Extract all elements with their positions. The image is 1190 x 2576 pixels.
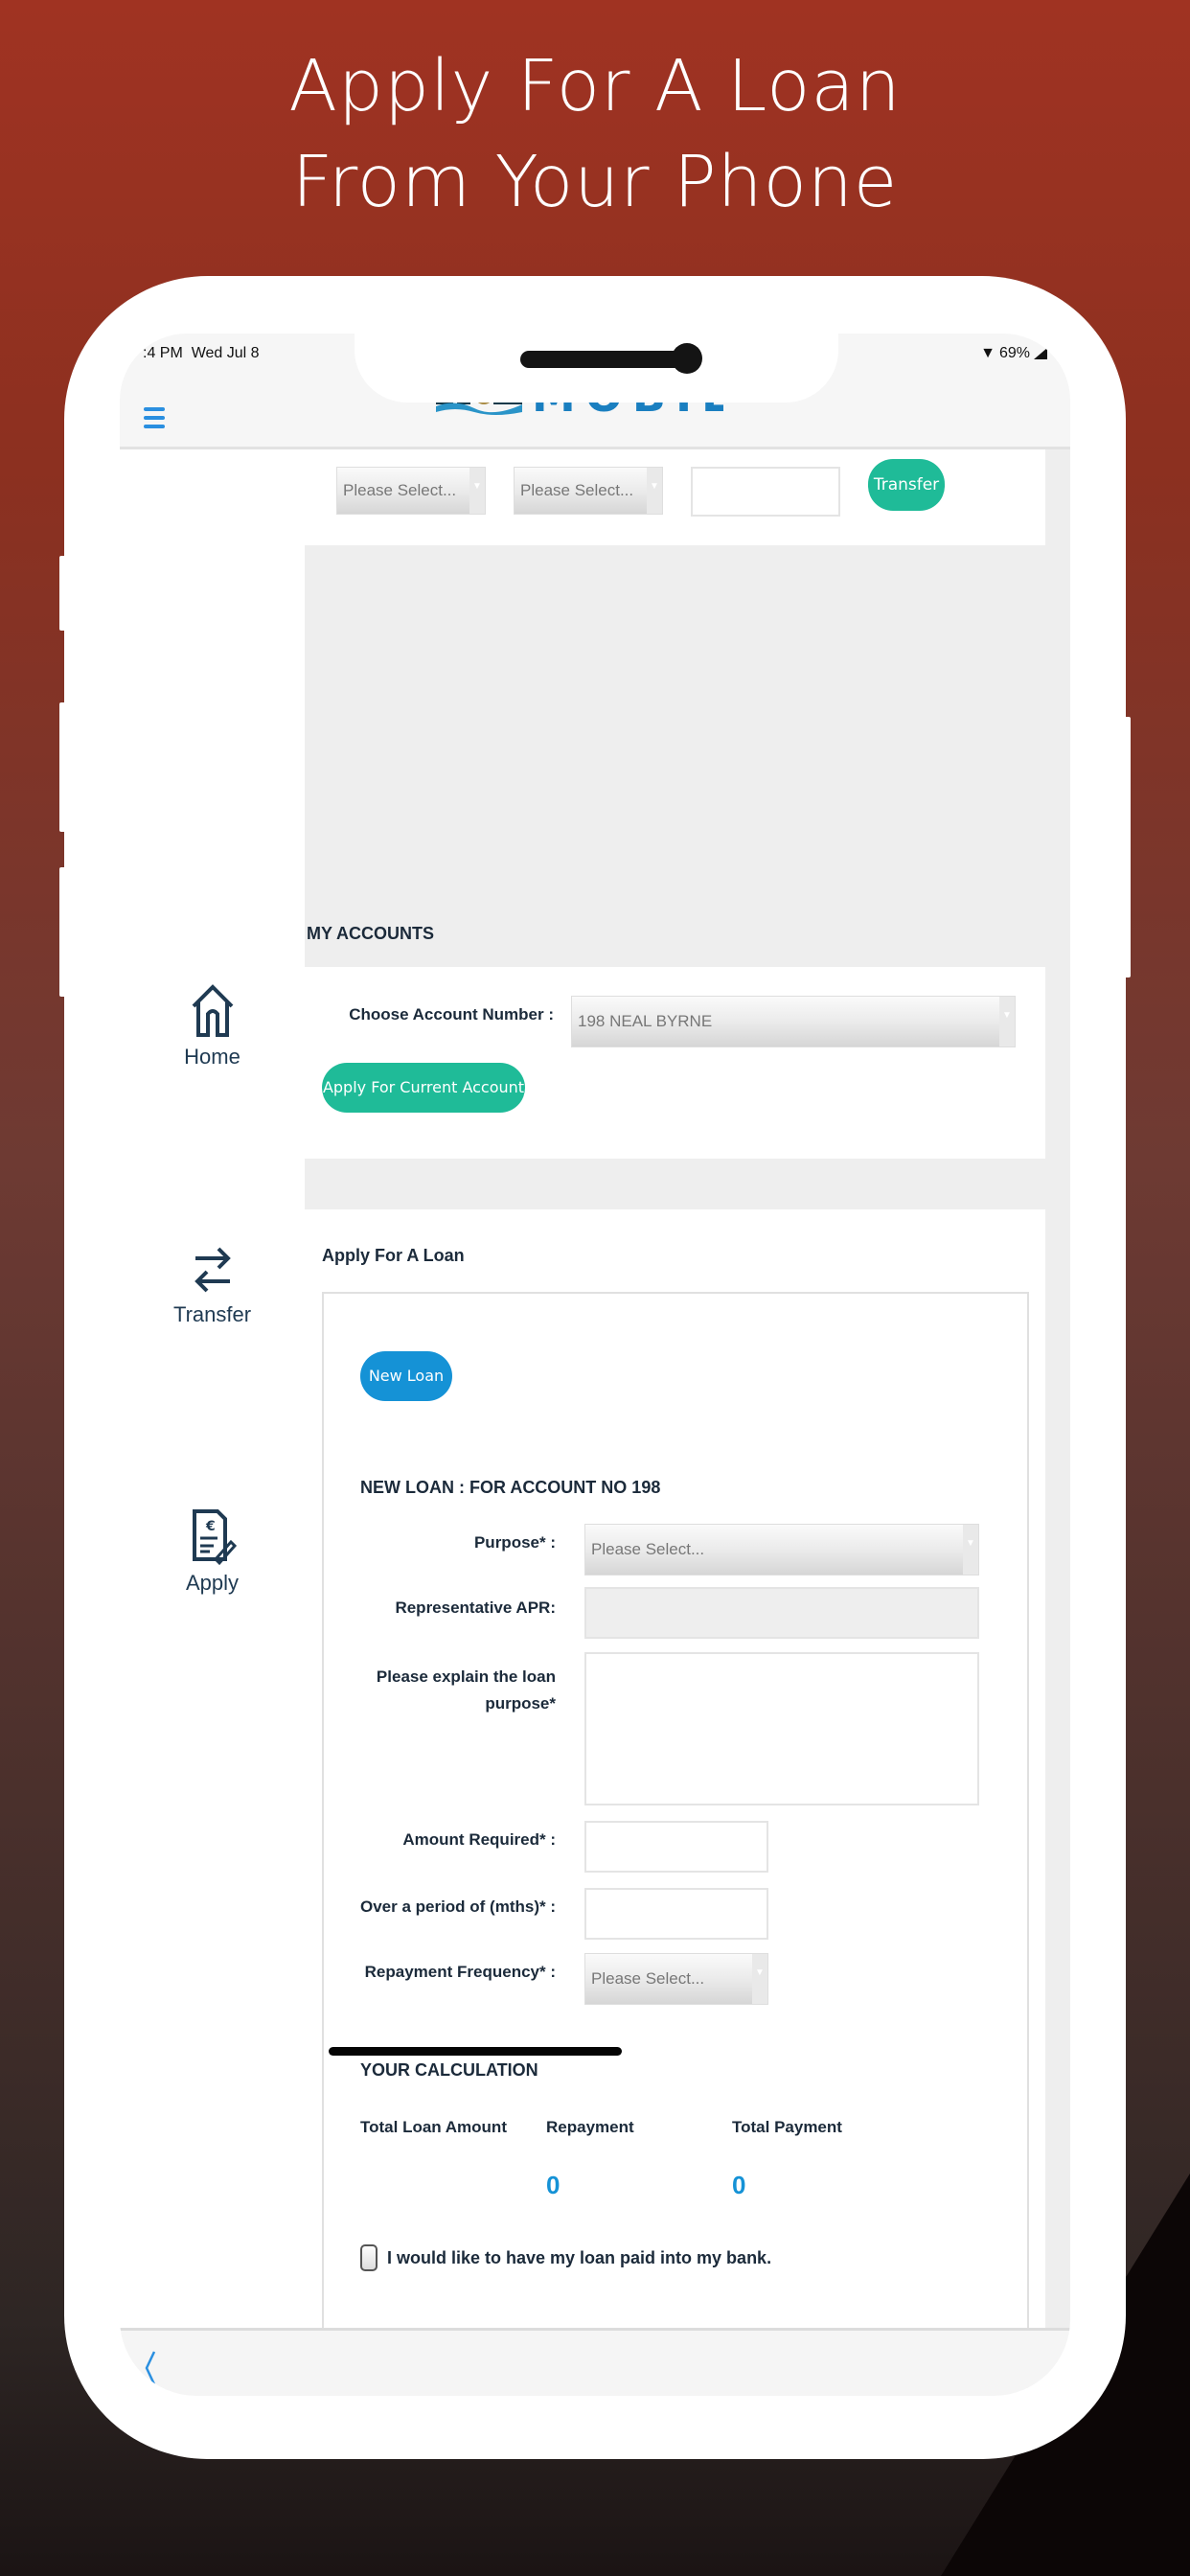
repayment-frequency-select[interactable]: Please Select... ▼ xyxy=(584,1953,768,2005)
status-time: :4 PM Wed Jul 8 xyxy=(143,345,260,361)
repayment-value: 0 xyxy=(546,2171,561,2199)
purpose-label: Purpose* : xyxy=(473,1533,556,1552)
chevron-down-icon: ▼ xyxy=(963,1525,978,1575)
home-indicator[interactable] xyxy=(329,2047,622,2056)
explain-purpose-label: Please explain the loan purpose* xyxy=(376,1668,556,1713)
to-account-select[interactable]: Please Select... ▼ xyxy=(514,467,663,515)
phone-camera xyxy=(672,343,702,374)
status-right: ▼ 69% xyxy=(980,345,1047,362)
repayment-frequency-label: Repayment Frequency* : xyxy=(364,1963,556,1981)
amount-required-label: Amount Required* : xyxy=(402,1830,556,1849)
loan-form-panel: New Loan NEW LOAN : FOR ACCOUNT NO 198 P… xyxy=(322,1292,1029,2396)
hamburger-icon[interactable] xyxy=(144,407,165,433)
transfer-amount-input[interactable] xyxy=(691,467,840,517)
sidebar: Home Transfer € Apply xyxy=(120,449,305,2328)
chevron-down-icon: ▼ xyxy=(999,997,1015,1046)
from-account-select[interactable]: Please Select... ▼ xyxy=(336,467,486,515)
status-date: Wed Jul 8 xyxy=(191,345,260,361)
apr-field xyxy=(584,1587,979,1639)
promo-headline-line2: From Your Phone xyxy=(291,141,899,223)
bank-payout-label[interactable]: I would like to have my loan paid into m… xyxy=(387,2248,771,2268)
transfer-card: Please Select... ▼ Please Select... ▼ Tr… xyxy=(305,449,1045,545)
choose-account-label: Choose Account Number : xyxy=(349,1005,554,1024)
chevron-down-icon: ▼ xyxy=(752,1954,767,2004)
loan-card: Apply For A Loan New Loan NEW LOAN : FOR… xyxy=(305,1209,1045,2396)
new-loan-button[interactable]: New Loan xyxy=(360,1351,452,1401)
my-accounts-card: Choose Account Number : 198 NEAL BYRNE ▼… xyxy=(305,967,1045,1159)
sidebar-item-apply[interactable]: € Apply xyxy=(120,1504,305,1596)
transfer-button[interactable]: Transfer xyxy=(868,459,945,511)
phone-screen: :4 PM Wed Jul 8 ▼ 69% MOBILE xyxy=(120,334,1070,2396)
chevron-left-icon[interactable] xyxy=(143,2350,158,2386)
account-number-select[interactable]: 198 NEAL BYRNE ▼ xyxy=(571,996,1016,1047)
purpose-select[interactable]: Please Select... ▼ xyxy=(584,1524,979,1576)
explain-purpose-textarea[interactable] xyxy=(584,1652,979,1806)
calculation-title: YOUR CALCULATION xyxy=(360,2060,538,2080)
total-payment-value: 0 xyxy=(732,2171,746,2199)
transfer-arrows-icon xyxy=(194,1247,231,1293)
loan-title: Apply For A Loan xyxy=(322,1246,465,1265)
bottom-toolbar xyxy=(120,2328,1070,2396)
phone-speaker xyxy=(520,351,697,368)
apr-label: Representative APR: xyxy=(395,1598,556,1617)
loan-form-title: NEW LOAN : FOR ACCOUNT NO 198 xyxy=(360,1478,661,1497)
sidebar-item-transfer[interactable]: Transfer xyxy=(120,1245,305,1327)
document-euro-pen-icon: € xyxy=(192,1509,237,1566)
bank-payout-checkbox[interactable] xyxy=(360,2244,378,2271)
phone-notch xyxy=(355,334,838,402)
amount-required-input[interactable] xyxy=(584,1821,768,1873)
total-loan-amount-header: Total Loan Amount xyxy=(360,2118,507,2136)
battery-icon xyxy=(1034,348,1047,359)
period-label: Over a period of (mths)* : xyxy=(359,1898,556,1916)
sidebar-item-home[interactable]: Home xyxy=(120,981,305,1070)
promo-headline: Apply For A Loan From Your Phone xyxy=(0,38,1190,230)
promo-headline-line1: Apply For A Loan xyxy=(288,45,902,127)
home-icon xyxy=(192,984,233,1037)
main-content: Please Select... ▼ Please Select... ▼ Tr… xyxy=(305,449,1070,2396)
total-payment-header: Total Payment xyxy=(732,2118,842,2136)
period-months-input[interactable] xyxy=(584,1888,768,1940)
wifi-icon: ▼ xyxy=(980,345,995,361)
repayment-header: Repayment xyxy=(546,2118,634,2136)
chevron-down-icon: ▼ xyxy=(469,468,485,514)
sidebar-item-label: Transfer xyxy=(172,1302,252,1326)
my-accounts-title: MY ACCOUNTS xyxy=(307,924,435,943)
svg-text:€: € xyxy=(205,1519,216,1534)
chevron-down-icon: ▼ xyxy=(647,468,662,514)
sidebar-item-label: Apply xyxy=(185,1571,240,1595)
battery-percent: 69% xyxy=(998,345,1030,361)
apply-current-account-button[interactable]: Apply For Current Account xyxy=(322,1063,525,1113)
sidebar-item-label: Home xyxy=(184,1045,240,1069)
